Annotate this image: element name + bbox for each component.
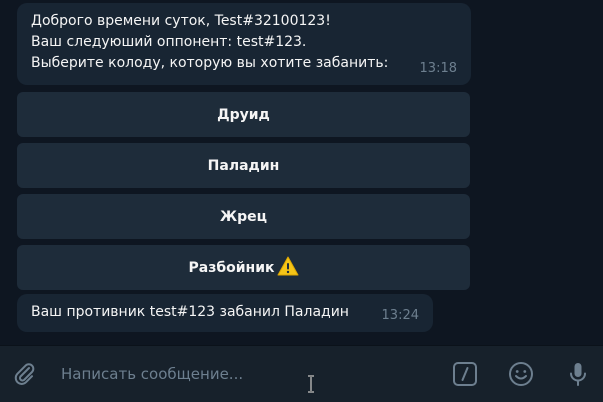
message-line: Доброго времени суток, Test#32100123!	[31, 13, 331, 29]
keyboard-button-priest[interactable]: Жрец	[17, 194, 470, 239]
text-cursor-icon	[305, 375, 317, 397]
message-line: Ваш следуюший оппонент: test#123.	[31, 34, 307, 50]
chat-area: Доброго времени суток, Test#32100123! Ва…	[0, 0, 603, 345]
warning-icon	[277, 256, 299, 280]
incoming-message: Доброго времени суток, Test#32100123! Ва…	[17, 3, 471, 85]
paperclip-icon[interactable]	[10, 360, 38, 388]
keyboard-button-label: Разбойник	[188, 259, 275, 276]
message-time: 13:24	[381, 308, 419, 323]
keyboard-button-paladin[interactable]: Паладин	[17, 143, 470, 188]
keyboard-button-druid[interactable]: Друид	[17, 92, 470, 137]
message-input[interactable]: Написать сообщение...	[61, 365, 243, 383]
incoming-message: Ваш противник test#123 забанил Паладин 1…	[17, 294, 433, 332]
message-line: Выберите колоду, которую вы хотите забан…	[31, 55, 389, 71]
microphone-icon[interactable]	[564, 360, 592, 388]
keyboard-button-rogue[interactable]: Разбойник	[17, 245, 470, 290]
message-composer: Написать сообщение...	[0, 345, 603, 402]
emoji-icon[interactable]	[507, 360, 535, 388]
message-text: Ваш противник test#123 забанил Паладин	[31, 304, 349, 320]
slash-command-icon[interactable]	[451, 360, 479, 388]
keyboard-button-label: Жрец	[219, 208, 268, 225]
keyboard-button-label: Друид	[217, 106, 270, 123]
keyboard-button-label: Паладин	[207, 157, 280, 174]
message-time: 13:18	[419, 61, 457, 76]
